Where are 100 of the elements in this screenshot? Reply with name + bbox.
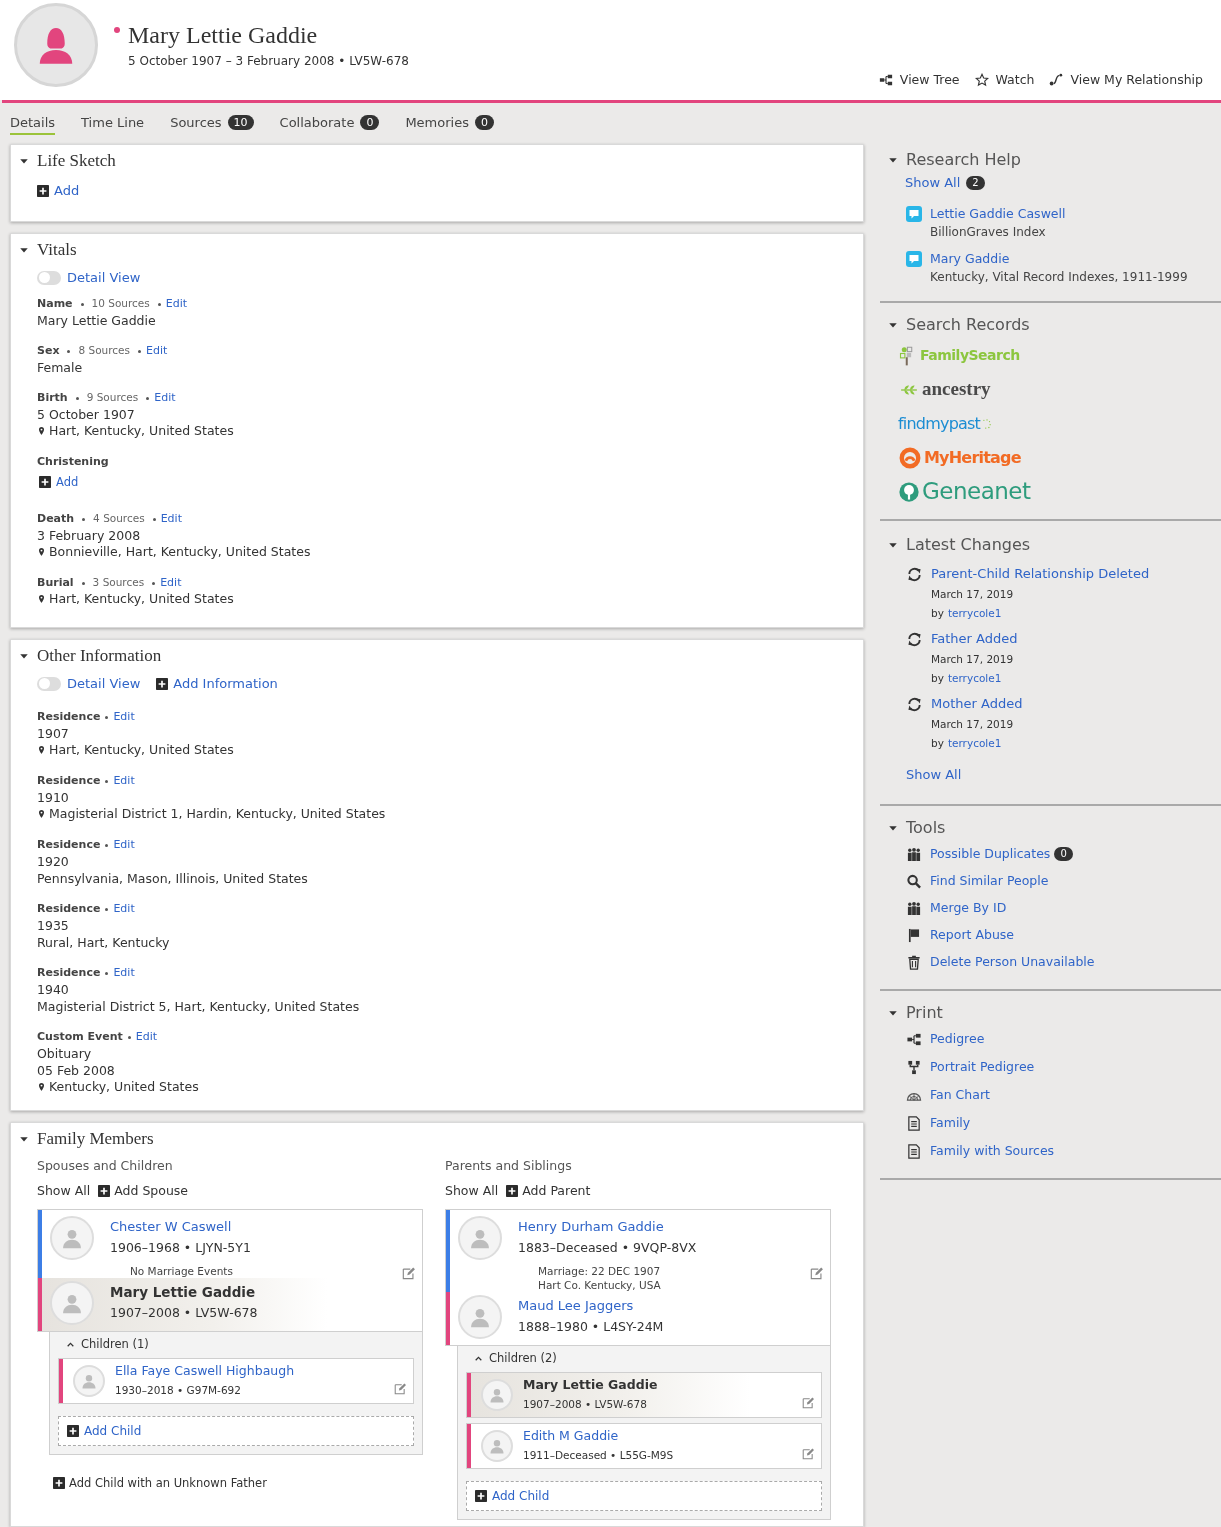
add-child-button[interactable]: Add Child [466,1480,822,1511]
toggle-switch[interactable] [37,270,61,285]
by-label: by [931,670,944,686]
edit-icon[interactable] [810,1265,824,1280]
edit-link[interactable]: Edit [165,295,188,313]
collapse-caret-icon[interactable] [19,651,29,661]
user-link[interactable]: terrycole1 [947,734,1002,751]
sidebar-link[interactable]: Fan Chart [930,1085,990,1105]
toggle-switch[interactable] [37,676,61,691]
section-title: Life Sketch [37,150,116,173]
collapse-caret-icon[interactable] [19,245,29,255]
collapse-caret-icon[interactable] [888,823,898,833]
header-action-link[interactable]: Watch [973,71,1035,90]
tree-icon [877,73,894,88]
sidebar-link[interactable]: Pedigree [930,1029,985,1049]
search-site-link[interactable]: ancestry [898,376,1221,403]
detail-view-link[interactable]: Detail View [67,674,141,694]
collapse-caret-icon[interactable] [888,155,898,165]
sidebar-link[interactable]: Family with Sources [930,1141,1055,1161]
search-site-link[interactable]: findmypast [898,410,1221,437]
add-child-button[interactable]: Add Child [58,1415,414,1446]
edit-link[interactable]: Edit [113,772,135,790]
by-label: by [931,735,944,751]
collapse-caret-icon[interactable] [888,1008,898,1018]
detail-view-link[interactable]: Detail View [67,268,141,288]
show-all-link[interactable]: Show All [37,1181,91,1201]
add-link[interactable]: Add [37,181,855,201]
change-link[interactable]: Parent-Child Relationship Deleted [931,564,1150,583]
plus-icon [39,476,51,489]
fact-label: Residence [37,708,101,725]
sidebar-link[interactable]: Delete Person Unavailable [930,952,1095,972]
edit-link[interactable]: Edit [160,575,182,592]
count-badge: 10 [227,115,254,130]
edit-link[interactable]: Edit [154,389,176,407]
plus-icon [156,677,169,690]
sidebar-link[interactable]: Merge By ID [930,898,1007,918]
show-all-link[interactable]: Show All [445,1181,499,1201]
people-icon [906,846,922,862]
edit-link[interactable]: Edit [113,708,135,726]
location-pin-icon [37,546,46,559]
add-link[interactable]: Add Parent [506,1181,591,1201]
sidebar-link[interactable]: Report Abuse [930,925,1015,945]
fact-value: 05 Feb 2008 [37,1061,116,1079]
record-link[interactable]: Lettie Gaddie Caswell [930,204,1066,223]
edit-icon[interactable] [394,1381,407,1395]
sources-count: 10 Sources [91,296,150,312]
tab[interactable]: Sources 10 [170,112,254,135]
person-summary: 5 October 1907 – 3 February 2008 • LV5W-678 [128,53,409,70]
user-link[interactable]: terrycole1 [947,669,1002,686]
sidebar-link[interactable]: Find Similar People [930,871,1049,891]
fact-value: 3 February 2008 [37,526,142,544]
edit-link[interactable]: Edit [113,964,135,982]
change-date: March 17, 2019 [931,651,1015,667]
tab[interactable]: Details [10,112,56,135]
add-link[interactable]: Add Information [156,674,278,694]
count-badge: 0 [1054,847,1073,861]
person-link[interactable]: Chester W Caswell [110,1217,251,1237]
header-action-link[interactable]: View My Relationship [1048,71,1203,90]
record-link[interactable]: Mary Gaddie [930,249,1188,268]
edit-link[interactable]: Edit [113,900,135,918]
person-link[interactable]: Maud Lee Jaggers [518,1296,664,1316]
person-link[interactable]: Ella Faye Caswell Highbaugh [115,1362,295,1381]
location-pin-icon [37,1081,46,1093]
place-text: Hart, Kentucky, United States [49,740,234,759]
search-site-link[interactable]: Geneanet [898,478,1221,505]
plus-icon [98,1185,111,1198]
change-link[interactable]: Father Added [931,629,1018,648]
star-icon [973,73,990,88]
count-badge: 0 [360,115,380,130]
add-link[interactable]: Add [37,473,855,491]
person-link[interactable]: Henry Durham Gaddie [518,1217,697,1237]
tab[interactable]: Collaborate 0 [279,112,380,135]
sidebar-link[interactable]: Portrait Pedigree [930,1057,1035,1077]
sidebar-link[interactable]: Possible Duplicates [930,844,1051,864]
edit-icon[interactable] [802,1395,815,1409]
edit-link[interactable]: Edit [146,342,168,360]
tab[interactable]: Memories 0 [405,112,494,135]
trash-icon [906,954,922,970]
edit-link[interactable]: Edit [113,836,135,854]
tab[interactable]: Time Line [81,112,145,135]
show-all-link[interactable]: Show All [905,173,961,193]
children-toggle[interactable]: Children (2) [466,1345,822,1372]
collapse-caret-icon[interactable] [19,1134,29,1144]
children-toggle[interactable]: Children (1) [58,1331,414,1358]
edit-icon[interactable] [802,1446,815,1460]
person-details: 1907–2008 • LV5W-678 [523,1397,648,1412]
header-action-link[interactable]: View Tree [877,71,960,90]
add-link[interactable]: Add Child with an Unknown Father [53,1474,423,1492]
edit-link[interactable]: Edit [135,1028,158,1046]
person-link[interactable]: Edith M Gaddie [523,1427,674,1446]
sidebar-link[interactable]: Family [930,1113,971,1133]
user-link[interactable]: terrycole1 [947,604,1002,621]
change-link[interactable]: Mother Added [931,694,1023,713]
edit-icon[interactable] [402,1265,416,1280]
edit-link[interactable]: Edit [160,511,182,528]
add-link[interactable]: Add Spouse [98,1181,189,1201]
show-all-link[interactable]: Show All [888,764,1221,784]
person-details: 1906–1968 • LJYN-5Y1 [110,1238,251,1257]
person-silhouette-icon [81,1372,97,1389]
collapse-caret-icon[interactable] [19,156,29,166]
